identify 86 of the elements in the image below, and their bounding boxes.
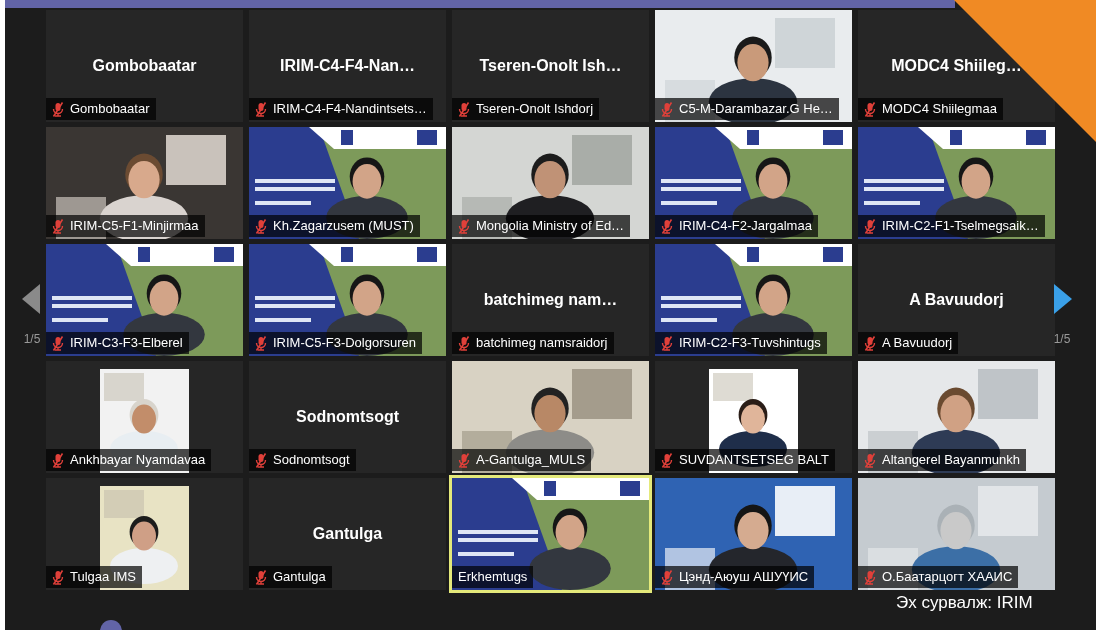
muted-microphone-icon (458, 335, 470, 351)
muted-microphone-icon (864, 452, 876, 468)
video-tile[interactable]: Gantulga Gantulga (249, 478, 446, 590)
participant-name: Цэнд-Аюуш АШУҮИС (679, 568, 809, 587)
video-tile[interactable]: Altangerel Bayanmunkh (858, 361, 1055, 473)
display-name: A Bavuudorj (909, 290, 1004, 310)
video-tile[interactable]: IRIM-C2-F3-Tuvshintugs (655, 244, 852, 356)
muted-microphone-icon (458, 218, 470, 234)
video-tile[interactable]: Mongolia Ministry of Ed… (452, 127, 649, 239)
video-tile[interactable]: IRIM-C5-F1-Minjirmaa (46, 127, 243, 239)
participant-name: C5-M-Darambazar.G He… (679, 100, 833, 119)
participant-name: MODC4 Shiilegmaa (882, 100, 997, 119)
display-name: MODC4 Shiileg… (891, 56, 1022, 76)
participant-name: batchimeg namsraidorj (476, 334, 608, 353)
display-name: Gantulga (312, 524, 383, 544)
participant-name: A Bavuudorj (882, 334, 953, 353)
participant-name: Ankhbayar Nyamdavaa (70, 451, 206, 470)
video-tile[interactable]: IRIM-C5-F3-Dolgorsuren (249, 244, 446, 356)
source-caption: Эх сурвалж: IRIM (896, 592, 1033, 614)
video-tile[interactable]: A Bavuudorj A Bavuudorj (858, 244, 1055, 356)
muted-microphone-icon (52, 101, 64, 117)
muted-microphone-icon (255, 101, 267, 117)
video-tile[interactable]: Цэнд-Аюуш АШУҮИС (655, 478, 852, 590)
video-tile[interactable]: SUVDANTSETSEG BALT (655, 361, 852, 473)
video-tile[interactable]: Ankhbayar Nyamdavaa (46, 361, 243, 473)
participant-name: Gombobaatar (70, 100, 150, 119)
participant-name: SUVDANTSETSEG BALT (679, 451, 829, 470)
video-tile[interactable]: Kh.Zagarzusem (MUST) (249, 127, 446, 239)
video-tile[interactable]: IRIM-C3-F3-Elberel (46, 244, 243, 356)
participant-name: Kh.Zagarzusem (MUST) (273, 217, 414, 236)
muted-microphone-icon (864, 569, 876, 585)
video-tile[interactable]: C5-M-Darambazar.G He… (655, 10, 852, 122)
video-tile[interactable]: batchimeg nam… batchimeg namsraidorj (452, 244, 649, 356)
participant-name: IRIM-C2-F3-Tuvshintugs (679, 334, 821, 353)
next-arrow-icon[interactable] (1052, 284, 1072, 314)
muted-microphone-icon (52, 218, 64, 234)
muted-microphone-icon (52, 335, 64, 351)
video-tile[interactable]: IRIM-C4-F4-Nan… IRIM-C4-F4-Nandintsets… (249, 10, 446, 122)
muted-microphone-icon (255, 218, 267, 234)
muted-microphone-icon (661, 569, 673, 585)
participant-name: IRIM-C5-F1-Minjirmaa (70, 217, 199, 236)
muted-microphone-icon (661, 452, 673, 468)
video-tile[interactable]: IRIM-C4-F2-Jargalmaa (655, 127, 852, 239)
muted-microphone-icon (661, 101, 673, 117)
participant-name: IRIM-C4-F4-Nandintsets… (273, 100, 427, 119)
muted-microphone-icon (255, 452, 267, 468)
video-tile[interactable]: О.Баатарцогт ХААИС (858, 478, 1055, 590)
muted-microphone-icon (255, 569, 267, 585)
video-tile[interactable]: Tseren-Onolt Ish… Tseren-Onolt Ishdorj (452, 10, 649, 122)
display-name: Sodnomtsogt (295, 407, 400, 427)
participant-name: Mongolia Ministry of Ed… (476, 217, 625, 236)
participant-name: IRIM-C3-F3-Elberel (70, 334, 183, 353)
video-tile[interactable]: Gombobaatar Gombobaatar (46, 10, 243, 122)
muted-microphone-icon (864, 101, 876, 117)
video-tile[interactable]: Tulgaa IMS (46, 478, 243, 590)
participant-name: О.Баатарцогт ХААИС (882, 568, 1013, 587)
participant-name: Erkhemtugs (458, 568, 528, 587)
participant-name: IRIM-C5-F3-Dolgorsuren (273, 334, 417, 353)
muted-microphone-icon (255, 335, 267, 351)
participant-name: IRIM-C2-F1-Tselmegsaik… (882, 217, 1039, 236)
muted-microphone-icon (661, 335, 673, 351)
muted-microphone-icon (458, 452, 470, 468)
page-indicator: 1/5 (23, 331, 41, 348)
muted-microphone-icon (864, 218, 876, 234)
participant-name: Altangerel Bayanmunkh (882, 451, 1021, 470)
muted-microphone-icon (52, 452, 64, 468)
participant-name: Tulgaa IMS (70, 568, 136, 587)
video-tile[interactable]: A-Gantulga_MULS (452, 361, 649, 473)
muted-microphone-icon (52, 569, 64, 585)
display-name: Gombobaatar (92, 56, 197, 76)
participant-name: Sodnomtsogt (273, 451, 350, 470)
participant-name: A-Gantulga_MULS (476, 451, 586, 470)
video-tile[interactable]: Sodnomtsogt Sodnomtsogt (249, 361, 446, 473)
muted-microphone-icon (864, 335, 876, 351)
previous-arrow-icon[interactable] (22, 284, 42, 314)
participant-name: Gantulga (273, 568, 326, 587)
display-name: batchimeg nam… (483, 290, 618, 310)
display-name: Tseren-Onolt Ish… (479, 56, 622, 76)
video-tile[interactable]: IRIM-C2-F1-Tselmegsaik… (858, 127, 1055, 239)
participant-name: IRIM-C4-F2-Jargalmaa (679, 217, 812, 236)
display-name: IRIM-C4-F4-Nan… (279, 56, 416, 76)
page-indicator: 1/5 (1053, 331, 1071, 348)
muted-microphone-icon (661, 218, 673, 234)
participant-name: Tseren-Onolt Ishdorj (476, 100, 594, 119)
video-tile[interactable]: Erkhemtugs (452, 478, 649, 590)
muted-microphone-icon (458, 101, 470, 117)
